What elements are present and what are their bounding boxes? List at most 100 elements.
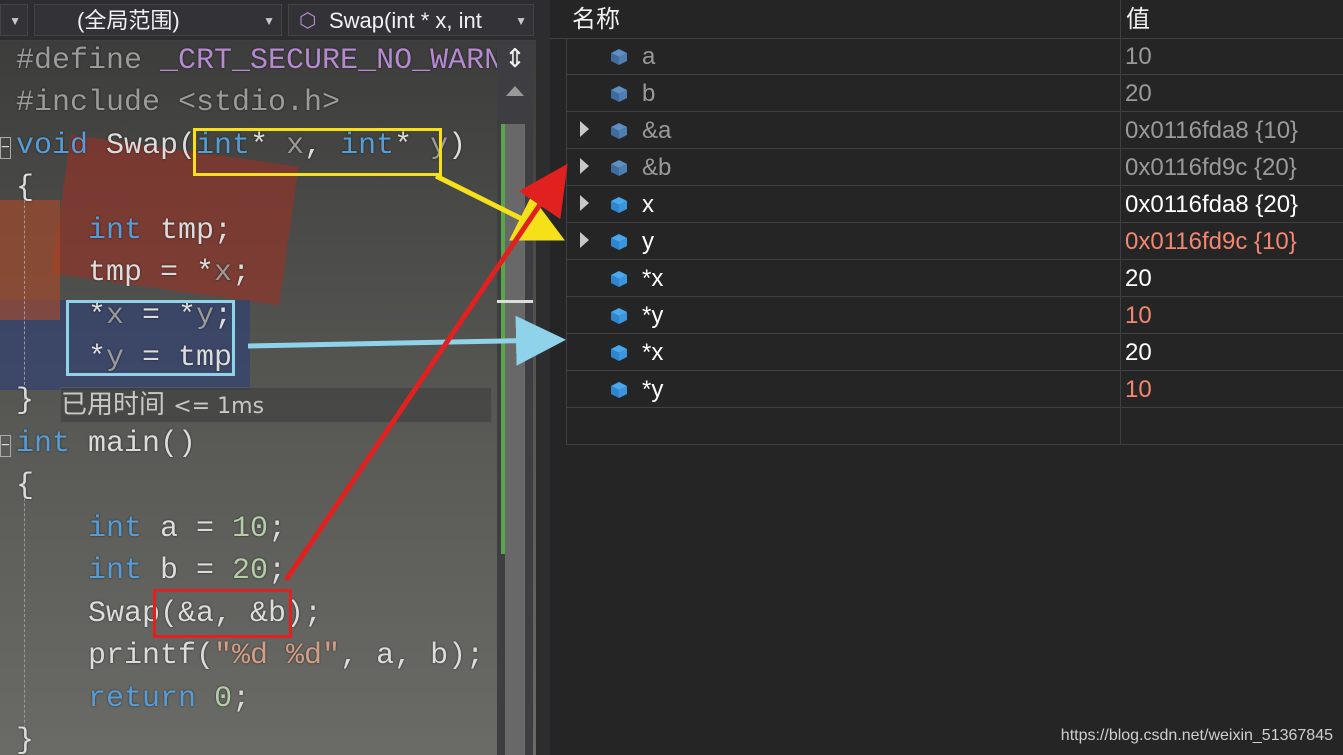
code-line[interactable]: } — [16, 724, 34, 755]
code-token: x — [214, 256, 233, 290]
variable-cube-icon — [611, 49, 627, 65]
column-name-header[interactable]: 名称 — [572, 0, 620, 38]
split-handle-icon[interactable]: ⇕ — [497, 42, 533, 76]
dropdown-left-stub[interactable]: ▼ — [0, 4, 28, 36]
watch-row-name: *y — [642, 376, 664, 403]
code-token: 20 — [232, 554, 269, 588]
code-token: _CRT_SECURE_NO_WARNI — [160, 44, 521, 78]
vertical-scrollbar[interactable] — [497, 44, 533, 755]
code-token: Swap( — [88, 129, 197, 163]
watch-row-value[interactable]: 20 — [1125, 261, 1152, 297]
code-token: #include — [16, 86, 179, 120]
watch-row-name: a — [642, 43, 656, 70]
variable-cube-icon — [611, 345, 627, 361]
code-token: tmp; — [142, 214, 233, 248]
watch-row[interactable]: *x 20 — [566, 261, 1343, 297]
watermark: https://blog.csdn.net/weixin_51367845 — [1060, 727, 1333, 744]
variable-cube-icon — [611, 86, 627, 102]
code-line[interactable]: int b = 20; — [16, 554, 286, 588]
code-token: { — [16, 469, 35, 503]
scope-dropdown[interactable]: (全局范围) ▼ — [34, 4, 282, 36]
code-line[interactable]: printf("%d %d", a, b); — [16, 639, 484, 673]
code-token: ; — [268, 512, 287, 546]
code-token: ) — [448, 129, 467, 163]
pane-divider[interactable] — [536, 0, 550, 755]
code-line[interactable]: { — [16, 171, 34, 205]
watch-row[interactable]: *y 10 — [566, 298, 1343, 334]
watch-row-value[interactable]: 0x0116fd9c {20} — [1125, 150, 1297, 186]
watch-row[interactable]: a 10 — [566, 39, 1343, 75]
watch-row[interactable]: y 0x0116fd9c {10} — [566, 224, 1343, 260]
function-dropdown[interactable]: ⬡ Swap(int * x, int ▼ — [288, 4, 534, 36]
highlight-box-swap-body — [66, 300, 235, 376]
collapse-icon[interactable]: − — [0, 435, 11, 457]
watch-row-name: *x — [642, 339, 664, 366]
watch-row[interactable]: *x 20 — [566, 335, 1343, 371]
code-line[interactable]: #include <stdio.h> — [16, 86, 340, 120]
code-token: ; — [232, 682, 251, 716]
chevron-down-icon: ▼ — [263, 14, 275, 28]
function-dropdown-label: Swap(int * x, int — [329, 8, 482, 33]
code-line[interactable]: tmp = *x; — [16, 256, 250, 290]
variable-cube-icon — [611, 382, 627, 398]
code-line[interactable]: #define _CRT_SECURE_NO_WARNI — [16, 44, 520, 78]
variable-cube-icon — [611, 234, 627, 250]
column-value-header[interactable]: 值 — [1126, 0, 1150, 38]
collapse-icon[interactable]: − — [0, 137, 11, 159]
code-editor[interactable]: ▼ (全局范围) ▼ ⬡ Swap(int * x, int ▼ #define… — [0, 0, 536, 755]
watch-header: 名称 值 — [550, 0, 1343, 39]
variable-cube-icon — [611, 160, 627, 176]
watch-row[interactable]: &b 0x0116fd9c {20} — [566, 150, 1343, 186]
code-token: int — [88, 512, 143, 546]
scroll-up-icon[interactable] — [506, 86, 524, 96]
watch-row-name: &b — [642, 154, 672, 181]
watch-row-value[interactable]: 20 — [1125, 76, 1152, 112]
scrollbar-thumb[interactable] — [505, 124, 525, 755]
variable-cube-icon — [611, 308, 627, 324]
watch-window[interactable]: 名称 值 a 10 b 20 &a 0x0116fda8 {10} &b 0x0116fd9c… — [550, 0, 1343, 755]
code-token: main() — [70, 427, 197, 461]
watch-row-value[interactable]: 0x0116fda8 {20} — [1125, 187, 1298, 223]
variable-cube-icon — [611, 271, 627, 287]
code-line[interactable]: int a = 10; — [16, 512, 286, 546]
code-token: tmp = * — [16, 256, 215, 290]
watch-row[interactable]: *y 10 — [566, 372, 1343, 408]
code-line[interactable]: int main() — [16, 427, 196, 461]
watch-row-value[interactable]: 20 — [1125, 335, 1152, 371]
code-token: ; — [268, 554, 287, 588]
code-token: #define — [16, 44, 161, 78]
watch-row[interactable]: x 0x0116fda8 {20} — [566, 187, 1343, 223]
watch-row-name: x — [642, 191, 654, 218]
expand-arrow-icon[interactable] — [580, 232, 589, 248]
variable-cube-icon — [611, 197, 627, 213]
editor-navigation-bar: ▼ (全局范围) ▼ ⬡ Swap(int * x, int ▼ — [0, 0, 536, 41]
code-token: ; — [232, 256, 251, 290]
code-line[interactable]: } — [16, 384, 34, 418]
expand-arrow-icon[interactable] — [580, 121, 589, 137]
code-token: <stdio.h> — [178, 86, 341, 120]
watch-row-value[interactable]: 0x0116fda8 {10} — [1125, 113, 1298, 149]
code-line[interactable]: { — [16, 469, 34, 503]
watch-row-name: *y — [642, 302, 664, 329]
code-line[interactable]: return 0; — [16, 682, 250, 716]
expand-arrow-icon[interactable] — [580, 195, 589, 211]
code-token: int — [88, 554, 143, 588]
code-line[interactable]: int tmp; — [16, 214, 232, 248]
watch-row-value[interactable]: 10 — [1125, 39, 1152, 75]
code-token: } — [16, 384, 35, 418]
expand-arrow-icon[interactable] — [580, 158, 589, 174]
chevron-down-icon: ▼ — [515, 5, 527, 35]
variable-cube-icon — [611, 123, 627, 139]
watch-row-value[interactable]: 10 — [1125, 298, 1152, 334]
code-token: b = — [142, 554, 233, 588]
cursor-marker — [497, 300, 533, 303]
watch-row-value[interactable]: 10 — [1125, 372, 1152, 408]
watch-row[interactable]: b 20 — [566, 76, 1343, 112]
watch-row[interactable] — [566, 409, 1343, 445]
code-token: int — [88, 214, 143, 248]
code-token: } — [16, 724, 35, 755]
watch-row[interactable]: &a 0x0116fda8 {10} — [566, 113, 1343, 149]
watch-row-value[interactable]: 0x0116fd9c {10} — [1125, 224, 1297, 260]
